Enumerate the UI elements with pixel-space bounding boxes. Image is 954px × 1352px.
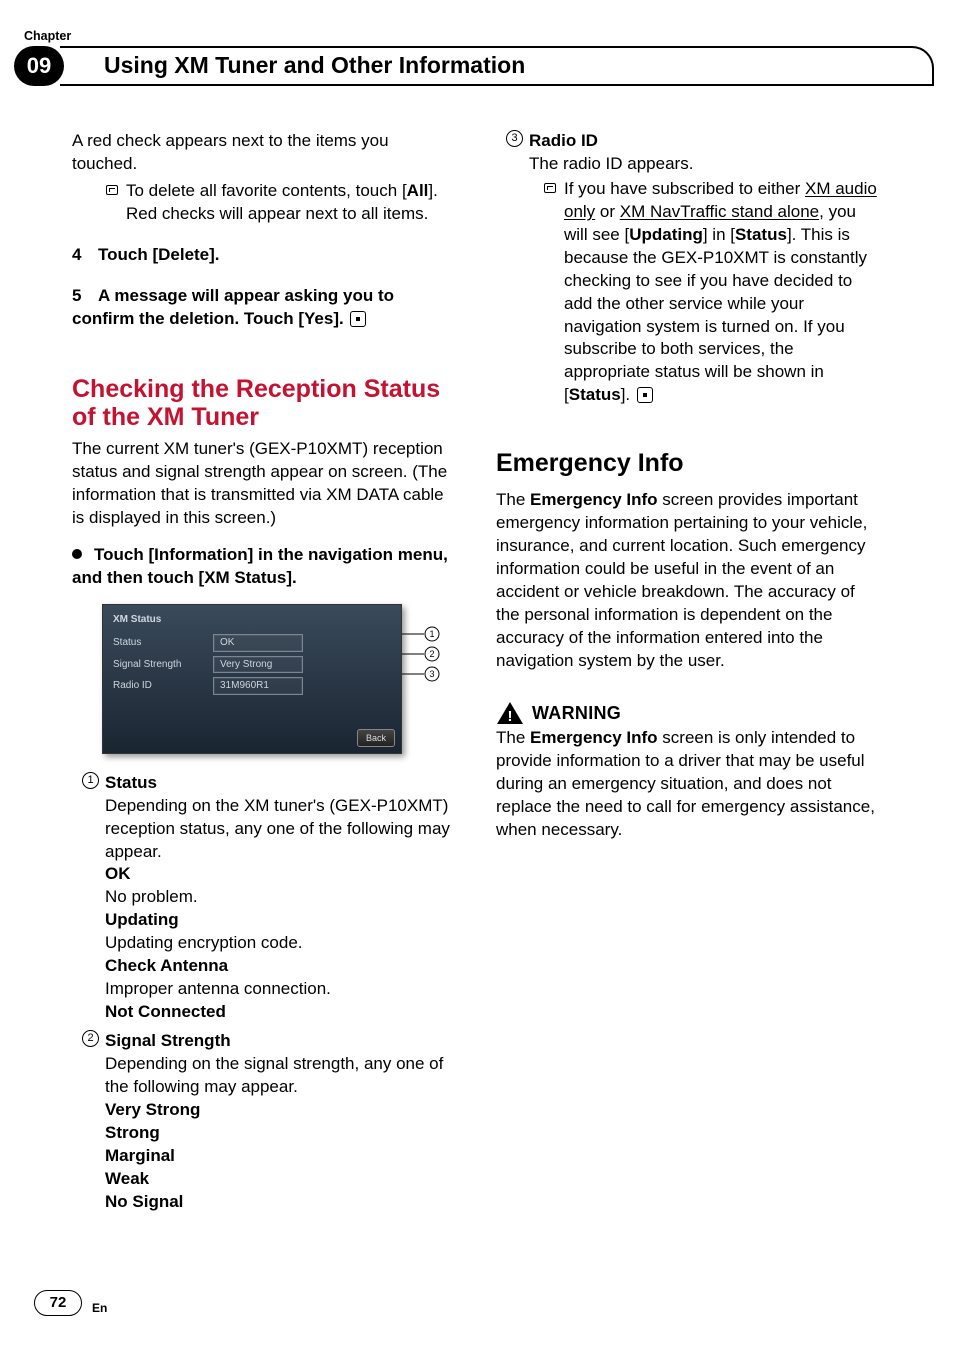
chapter-label: Chapter [24, 28, 71, 45]
bullet-text: If you have subscribed to either XM audi… [564, 178, 882, 407]
screenshot-row-radioid: Radio ID 31M960R1 [109, 675, 395, 697]
circled-3-icon: 3 [506, 130, 523, 147]
page-number: 72 [34, 1290, 82, 1316]
row-value: 31M960R1 [213, 677, 303, 695]
step-4: 4Touch [Delete]. [72, 244, 458, 267]
step-text: Touch [Delete]. [98, 245, 220, 264]
chapter-number-pill: 09 [14, 46, 64, 86]
intro-text: A red check appears next to the items yo… [72, 130, 458, 176]
signal-val: Weak [105, 1168, 458, 1191]
status-not-connected-title: Not Connected [105, 1001, 458, 1024]
callout-desc: The radio ID appears. [529, 153, 882, 176]
row-label: Status [113, 636, 213, 650]
step-number: 4 [72, 244, 98, 267]
row-value: Very Strong [213, 656, 303, 674]
header-bar: 09 Using XM Tuner and Other Information [0, 46, 954, 86]
right-column: 3 Radio ID The radio ID appears. If you … [496, 130, 882, 1262]
status-updating-title: Updating [105, 909, 458, 932]
status-updating-desc: Updating encryption code. [105, 932, 458, 955]
bullet-text: To delete all favorite contents, touch [… [126, 180, 458, 226]
screenshot-frame: XM Status Status OK Signal Strength Very… [102, 604, 402, 754]
circled-1-icon: 1 [82, 772, 99, 789]
text-bold-all: All [407, 181, 429, 200]
hollow-bullet-icon [544, 183, 556, 193]
warning-text: The Emergency Info screen is only intend… [496, 727, 882, 842]
text-fragment: The [496, 490, 530, 509]
title-container: Using XM Tuner and Other Information [60, 46, 934, 86]
bullet-delete-all: To delete all favorite contents, touch [… [106, 180, 458, 226]
signal-val: Very Strong [105, 1099, 458, 1122]
text-fragment: To delete all favorite contents, touch [ [126, 181, 407, 200]
back-button[interactable]: Back [357, 729, 395, 747]
text-fragment: If you have subscribed to either [564, 179, 805, 198]
text-bold: Status [735, 225, 787, 244]
text-fragment: ] in [ [703, 225, 735, 244]
signal-val: No Signal [105, 1191, 458, 1214]
step-number: 5 [72, 285, 98, 308]
svg-text:1: 1 [429, 629, 434, 639]
screenshot-row-status: Status OK [109, 632, 395, 654]
page-language: En [92, 1300, 107, 1316]
page-title: Using XM Tuner and Other Information [82, 50, 525, 81]
text-bold: Emergency Info [530, 728, 658, 747]
callout-2-signal: 2 Signal Strength Depending on the signa… [82, 1030, 458, 1214]
row-label: Radio ID [113, 679, 213, 693]
callout-desc: Depending on the XM tuner's (GEX-P10XMT)… [105, 795, 458, 864]
action-step: Touch [Information] in the navigation me… [72, 544, 458, 590]
row-value: OK [213, 634, 303, 652]
callout-title: Signal Strength [105, 1030, 458, 1053]
screenshot-row-signal: Signal Strength Very Strong [109, 654, 395, 676]
action-text: Touch [Information] in the navigation me… [72, 545, 448, 587]
signal-val: Marginal [105, 1145, 458, 1168]
text-fragment: The [496, 728, 530, 747]
warning-title: WARNING [532, 701, 621, 725]
text-fragment: ]. This is because the GEX-P10XMT is con… [564, 225, 867, 405]
warning-triangle-icon: ! [496, 701, 524, 725]
callout-lines: 1 2 3 [402, 604, 440, 774]
warning-header: ! WARNING [496, 701, 882, 725]
callout-title: Radio ID [529, 130, 882, 153]
status-ok-title: OK [105, 863, 458, 886]
row-label: Signal Strength [113, 658, 213, 672]
text-bold: Emergency Info [530, 490, 658, 509]
hollow-bullet-icon [106, 185, 118, 195]
bullet-radioid-note: If you have subscribed to either XM audi… [544, 178, 882, 407]
left-column: A red check appears next to the items yo… [72, 130, 458, 1262]
status-check-antenna-title: Check Antenna [105, 955, 458, 978]
circled-2-icon: 2 [82, 1030, 99, 1047]
callout-title: Status [105, 772, 458, 795]
screenshot-title: XM Status [109, 611, 395, 633]
section-desc: The current XM tuner's (GEX-P10XMT) rece… [72, 438, 458, 530]
emergency-desc: The Emergency Info screen provides impor… [496, 489, 882, 673]
signal-val: Strong [105, 1122, 458, 1145]
status-ok-desc: No problem. [105, 886, 458, 909]
bullet-dot-icon [72, 549, 82, 559]
step-5: 5A message will appear asking you to con… [72, 285, 458, 331]
xm-status-screenshot: XM Status Status OK Signal Strength Very… [102, 604, 432, 754]
text-fragment: screen provides important emergency info… [496, 490, 867, 670]
svg-text:2: 2 [429, 649, 434, 659]
svg-text:!: ! [508, 708, 513, 725]
status-check-antenna-desc: Improper antenna connection. [105, 978, 458, 1001]
text-bold: Updating [629, 225, 703, 244]
section-heading-reception: Checking the Reception Status of the XM … [72, 375, 458, 433]
callout-desc: Depending on the signal strength, any on… [105, 1053, 458, 1099]
text-bold: Status [569, 385, 621, 404]
text-fragment: or [595, 202, 620, 221]
end-section-icon [350, 311, 366, 327]
callout-1-status: 1 Status Depending on the XM tuner's (GE… [82, 772, 458, 1024]
section-heading-emergency: Emergency Info [496, 447, 882, 481]
callout-3-radioid: 3 Radio ID The radio ID appears. [506, 130, 882, 176]
svg-text:3: 3 [429, 669, 434, 679]
step-text: A message will appear asking you to conf… [72, 286, 394, 328]
text-fragment: ]. [621, 385, 630, 404]
end-section-icon [637, 387, 653, 403]
text-underline: XM NavTraffic stand alone [620, 202, 819, 221]
